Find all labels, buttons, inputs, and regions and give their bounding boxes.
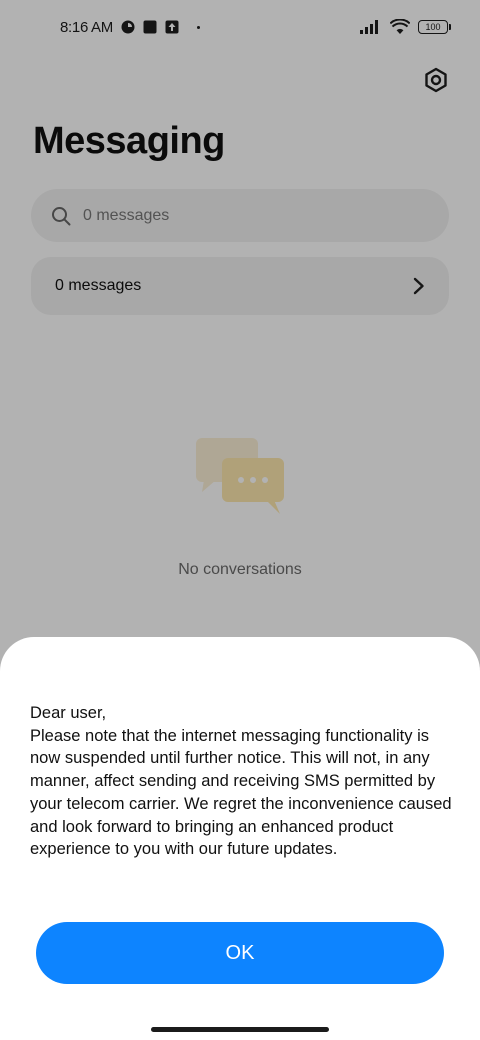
ok-button[interactable]: OK <box>36 922 444 984</box>
dialog-body: Dear user, Please note that the internet… <box>30 702 460 861</box>
dialog-message: Please note that the internet messaging … <box>30 726 452 859</box>
dialog-greeting: Dear user, <box>30 704 107 722</box>
home-indicator[interactable] <box>151 1027 329 1032</box>
notice-dialog: Dear user, Please note that the internet… <box>0 637 480 1040</box>
